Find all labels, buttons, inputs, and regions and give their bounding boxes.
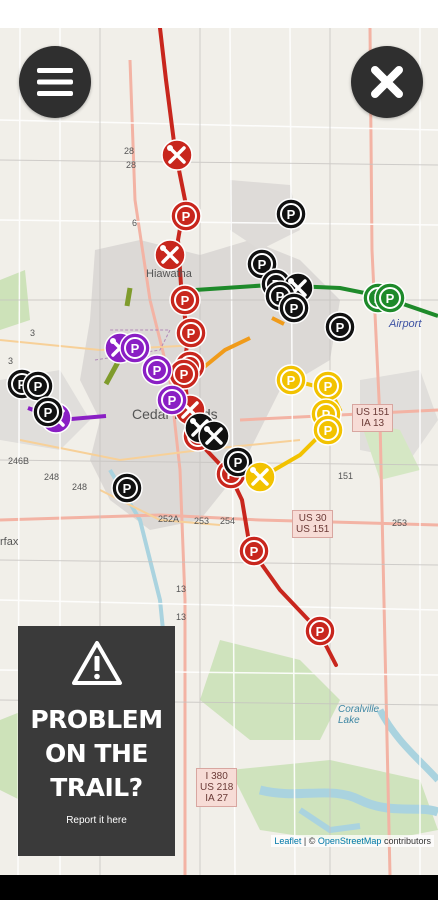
parking-marker[interactable]: P	[170, 200, 202, 232]
headline-line: ON THE	[45, 739, 148, 768]
report-link[interactable]: Report it here	[18, 815, 175, 826]
parking-letter: P	[287, 207, 296, 222]
parking-letter: P	[290, 301, 299, 316]
bottom-bar	[0, 875, 438, 900]
bike-repair-marker[interactable]	[154, 239, 186, 271]
parking-marker[interactable]: P	[278, 292, 310, 324]
parking-letter: P	[180, 367, 189, 382]
parking-marker[interactable]: P	[175, 317, 207, 349]
headline-line: TRAIL?	[50, 773, 143, 802]
leaflet-link[interactable]: Leaflet	[274, 836, 301, 846]
parking-marker[interactable]: P	[312, 414, 344, 446]
parking-letter: P	[234, 455, 243, 470]
parking-letter: P	[182, 209, 191, 224]
parking-letter: P	[123, 481, 132, 496]
headline-line: PROBLEM	[30, 705, 163, 734]
parking-marker[interactable]: P	[156, 384, 188, 416]
parking-marker[interactable]: P	[111, 472, 143, 504]
parking-marker[interactable]: P	[324, 311, 356, 343]
bike-repair-marker[interactable]	[244, 461, 276, 493]
map-attribution: Leaflet | © OpenStreetMap contributors	[271, 835, 434, 847]
menu-icon	[37, 68, 73, 96]
parking-marker[interactable]: P	[275, 364, 307, 396]
parking-marker[interactable]: P	[119, 332, 151, 364]
parking-letter: P	[131, 341, 140, 356]
parking-letter: P	[44, 405, 53, 420]
parking-letter: P	[287, 373, 296, 388]
parking-marker[interactable]: P	[275, 198, 307, 230]
parking-marker[interactable]: P	[169, 284, 201, 316]
bike-repair-marker[interactable]	[198, 420, 230, 452]
parking-marker[interactable]: P	[312, 370, 344, 402]
parking-marker[interactable]: P	[304, 615, 336, 647]
parking-letter: P	[386, 291, 395, 306]
close-button[interactable]	[351, 46, 423, 118]
report-problem-panel[interactable]: PROBLEM ON THE TRAIL? Report it here	[18, 626, 175, 856]
parking-marker[interactable]: P	[238, 535, 270, 567]
parking-letter: P	[258, 257, 267, 272]
close-icon	[371, 66, 403, 98]
problem-headline: PROBLEM ON THE TRAIL?	[18, 703, 175, 805]
osm-link[interactable]: OpenStreetMap	[318, 836, 382, 846]
parking-letter: P	[250, 544, 259, 559]
parking-letter: P	[168, 393, 177, 408]
parking-marker[interactable]: P	[374, 282, 406, 314]
parking-letter: P	[324, 423, 333, 438]
parking-letter: P	[187, 326, 196, 341]
menu-button[interactable]	[19, 46, 91, 118]
parking-letter: P	[316, 624, 325, 639]
parking-letter: P	[336, 320, 345, 335]
parking-letter: P	[153, 363, 162, 378]
parking-letter: P	[34, 379, 43, 394]
parking-letter: P	[181, 293, 190, 308]
bike-repair-marker[interactable]	[161, 139, 193, 171]
attribution-contributors: contributors	[383, 836, 431, 846]
attribution-separator: | ©	[303, 836, 316, 846]
warning-icon	[71, 641, 122, 685]
parking-marker[interactable]: P	[32, 396, 64, 428]
parking-letter: P	[324, 379, 333, 394]
parking-marker[interactable]: P	[141, 354, 173, 386]
